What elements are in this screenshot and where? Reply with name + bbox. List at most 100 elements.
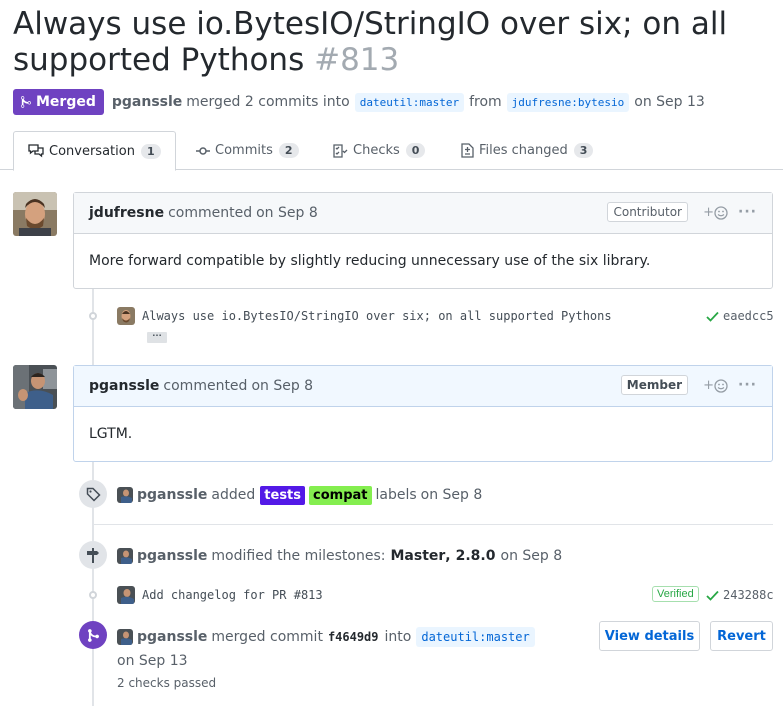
comment-action: commented [163, 378, 248, 394]
comment-author-link[interactable]: jdufresne [89, 205, 164, 221]
milestone-separator: , [445, 548, 451, 564]
comment-discussion-icon [28, 144, 44, 158]
tab-conversation[interactable]: Conversation 1 [13, 131, 176, 171]
timeline-divider [92, 524, 773, 525]
milestone-icon [87, 547, 99, 563]
kebab-menu-icon[interactable]: ··· [738, 377, 757, 393]
label-tests[interactable]: tests [260, 485, 306, 505]
label-event: pganssle added tests compat labels on Se… [137, 485, 482, 505]
tab-checks-label: Checks [353, 143, 400, 158]
pr-number: #813 [314, 42, 400, 78]
checks-passed-link[interactable]: 2 checks passed [117, 675, 216, 691]
verified-badge[interactable]: Verified [652, 586, 699, 602]
pr-tabs: Conversation 1 Commits 2 Checks 0 Files … [0, 131, 783, 171]
avatar-pganssle-mini[interactable] [117, 548, 133, 564]
merge-commit-sha-link[interactable]: f4649d9 [328, 630, 379, 644]
event-author-link[interactable]: pganssle [137, 548, 207, 564]
event-action: added [211, 487, 256, 503]
avatar-pganssle[interactable] [13, 365, 57, 409]
base-branch[interactable]: dateutil:master [354, 92, 465, 112]
avatar-pganssle-mini[interactable] [117, 586, 135, 604]
merged-by-author-link[interactable]: pganssle [112, 94, 182, 110]
smiley-icon [714, 378, 728, 393]
avatar-pganssle-mini[interactable] [117, 629, 133, 645]
tab-files-changed[interactable]: Files changed 3 [461, 131, 594, 170]
label-compat[interactable]: compat [309, 485, 372, 505]
avatar-pganssle-mini[interactable] [117, 487, 133, 503]
milestone-2-8-0-link[interactable]: 2.8.0 [456, 548, 496, 564]
comment-header: pganssle commented on Sep 8 Member + ··· [74, 366, 772, 407]
timeline-rail [92, 289, 94, 365]
author-role-badge: Member [620, 375, 688, 395]
merged-state-label: Merged [36, 94, 96, 110]
revert-button[interactable]: Revert [710, 621, 773, 651]
author-role-badge: Contributor [607, 202, 688, 222]
comment-action: commented [168, 205, 253, 221]
comment-body: LGTM. [89, 426, 133, 442]
commit-message-link[interactable]: Add changelog for PR #813 [142, 588, 323, 602]
add-reaction-button[interactable]: + [703, 378, 728, 393]
commit-sha: eaedcc5 [723, 309, 774, 323]
commit-dot [89, 312, 97, 320]
milestone-master-link[interactable]: Master [390, 548, 445, 564]
tab-checks[interactable]: Checks 0 [333, 131, 426, 170]
commit-message-link[interactable]: Always use io.BytesIO/StringIO over six;… [142, 309, 612, 323]
tab-files-changed-label: Files changed [479, 143, 568, 158]
comment-jdufresne: jdufresne commented on Sep 8 Contributor… [73, 192, 773, 289]
head-branch[interactable]: jdufresne:bytesio [506, 92, 630, 112]
avatar-jdufresne-mini[interactable] [117, 307, 135, 325]
event-author-link[interactable]: pganssle [137, 487, 207, 503]
kebab-menu-icon[interactable]: ··· [738, 204, 757, 220]
tab-checks-count: 0 [405, 143, 426, 158]
git-merge-icon [21, 96, 31, 108]
git-commit-icon [196, 146, 210, 155]
view-details-button[interactable]: View details [599, 621, 700, 651]
tab-commits[interactable]: Commits 2 [196, 131, 299, 170]
milestone-event-badge [79, 541, 107, 569]
tab-commits-count: 2 [278, 143, 299, 158]
commit-sha: 243288c [723, 588, 774, 602]
comment-date-link[interactable]: on Sep 8 [251, 378, 313, 394]
commit-dot [89, 591, 97, 599]
avatar-jdufresne[interactable] [13, 192, 57, 236]
merge-date-link[interactable]: on Sep 13 [117, 651, 188, 671]
check-icon [706, 590, 719, 601]
tab-files-changed-count: 3 [573, 143, 594, 158]
expand-commit-button[interactable]: … [147, 329, 167, 343]
event-author-link[interactable]: pganssle [137, 629, 207, 645]
comment-header: jdufresne commented on Sep 8 Contributor… [74, 193, 772, 234]
merged-state-badge: Merged [13, 89, 104, 115]
comment-author-link[interactable]: pganssle [89, 378, 159, 394]
from-text: from [469, 94, 502, 110]
commit-sha-link[interactable]: eaedcc5 [706, 309, 774, 323]
merge-base-branch[interactable]: dateutil:master [416, 627, 535, 647]
merge-event: pganssle merged commit f4649d9 into date… [137, 627, 540, 647]
event-action: modified the milestones: [211, 548, 386, 564]
tag-event-badge [79, 480, 107, 508]
checklist-icon [333, 143, 348, 158]
tab-commits-label: Commits [215, 143, 273, 158]
smiley-icon [714, 205, 728, 220]
comment-body: More forward compatible by slightly redu… [89, 253, 651, 269]
pr-meta: Merged pganssle merged 2 commits into da… [13, 89, 705, 115]
event-date-link[interactable]: on Sep 8 [421, 487, 483, 503]
file-diff-icon [461, 143, 474, 158]
milestone-event: pganssle modified the milestones: Master… [137, 546, 562, 566]
into-text: into [384, 629, 412, 645]
event-action: merged commit [211, 629, 323, 645]
event-suffix: labels [375, 487, 417, 503]
comment-pganssle: pganssle commented on Sep 8 Member + ···… [73, 365, 773, 462]
git-merge-icon [87, 628, 99, 642]
tab-conversation-count: 1 [140, 143, 161, 159]
merged-text: merged 2 commits into [186, 94, 350, 110]
commit-sha-link[interactable]: 243288c [706, 588, 774, 602]
comment-date-link[interactable]: on Sep 8 [256, 205, 318, 221]
tab-conversation-label: Conversation [49, 143, 135, 159]
merged-date: on Sep 13 [634, 94, 705, 110]
pr-title: Always use io.BytesIO/StringIO over six;… [13, 6, 778, 78]
event-date-link[interactable]: on Sep 8 [501, 548, 563, 564]
add-reaction-button[interactable]: + [703, 205, 728, 220]
merged-event-badge [79, 621, 107, 649]
tag-icon [86, 487, 101, 502]
check-icon [706, 311, 719, 322]
